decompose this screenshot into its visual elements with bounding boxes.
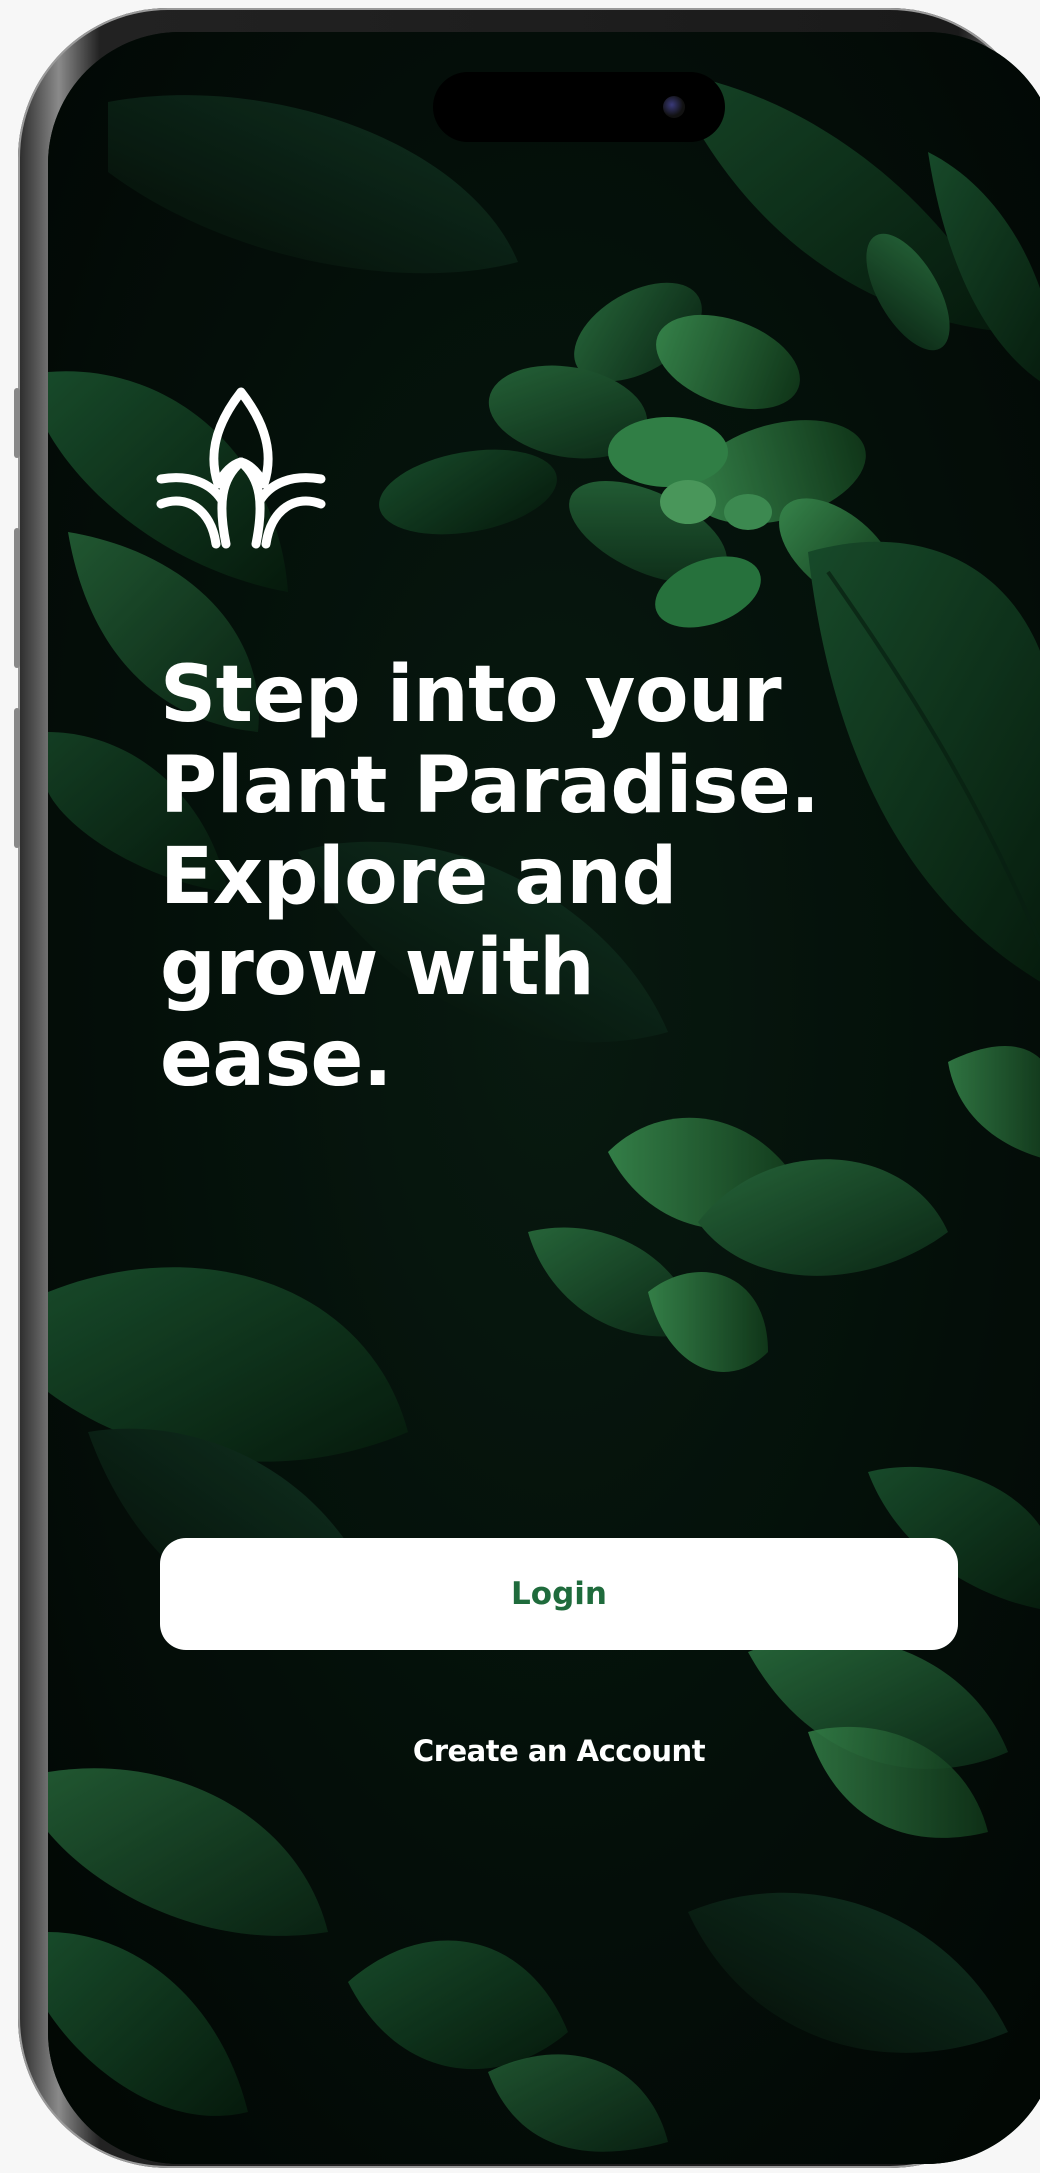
app-screen: Step into your Plant Paradise. Explore a… xyxy=(48,32,1040,2164)
camera-icon xyxy=(663,96,685,118)
dynamic-island xyxy=(433,72,725,142)
phone-frame: Step into your Plant Paradise. Explore a… xyxy=(14,8,1040,2168)
headline-line: ease. xyxy=(160,1014,393,1104)
side-button-volume-up xyxy=(14,528,20,668)
side-button-volume-down xyxy=(14,708,20,848)
headline-line: grow with xyxy=(160,923,595,1013)
headline-line: Plant Paradise. xyxy=(160,741,820,831)
welcome-headline: Step into your Plant Paradise. Explore a… xyxy=(160,650,880,1105)
side-button-mute xyxy=(14,388,20,458)
lotus-leaf-icon xyxy=(156,384,326,564)
login-button[interactable]: Login xyxy=(160,1538,958,1650)
headline-line: Explore and xyxy=(160,832,677,922)
create-account-link[interactable]: Create an Account xyxy=(160,1734,958,1768)
headline-line: Step into your xyxy=(160,650,782,740)
